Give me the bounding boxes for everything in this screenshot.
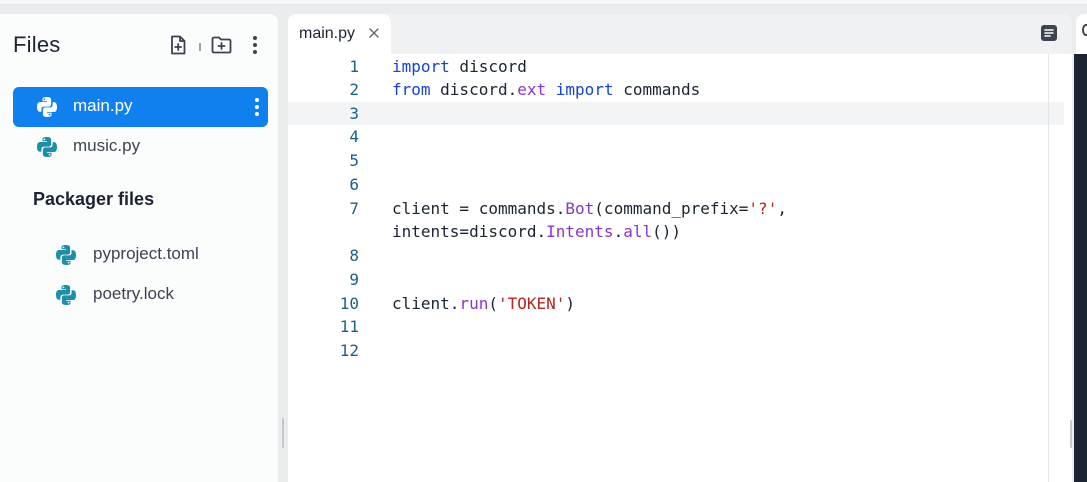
code-token: commands	[613, 80, 701, 99]
function-token: run	[459, 294, 489, 313]
code-line: 7 client = commands.Bot(command_prefix='…	[288, 197, 1048, 220]
code-token: )	[565, 294, 576, 313]
line-number: 9	[349, 270, 359, 289]
file-name: music.py	[73, 136, 141, 155]
kebab-menu-icon	[255, 98, 259, 116]
code-text: intents=discord.Intents.all())	[392, 220, 681, 243]
function-token: Bot	[565, 199, 595, 218]
code-token: client.	[392, 294, 460, 313]
folder-plus-icon	[211, 36, 231, 54]
line-number: 10	[339, 294, 359, 313]
header-separator	[199, 43, 201, 51]
files-panel: Files main.py music.py Packager files py…	[0, 14, 278, 482]
code-token: ,	[777, 199, 787, 218]
code-token: client = commands.	[392, 199, 566, 218]
files-menu-button[interactable]	[244, 34, 266, 56]
new-file-button[interactable]	[167, 34, 189, 56]
layout-icon[interactable]	[1040, 24, 1058, 42]
python-icon	[56, 285, 76, 305]
line-number: 4	[349, 127, 359, 146]
code-token: ())	[652, 222, 682, 241]
tab-main-py[interactable]: main.py	[288, 14, 391, 54]
line-number: 7	[349, 199, 359, 218]
python-icon	[37, 97, 57, 117]
panel-resize-handle[interactable]	[282, 418, 284, 448]
code-token: (	[488, 294, 498, 313]
python-icon	[37, 137, 57, 157]
console-panel[interactable]	[1074, 54, 1087, 482]
tab-label: main.py	[299, 25, 356, 42]
function-token: all	[623, 222, 653, 241]
code-text: client = commands.Bot(command_prefix='?'…	[392, 197, 787, 220]
code-line: 11	[288, 315, 1048, 338]
string-token: '?'	[748, 199, 778, 218]
line-number: 2	[349, 80, 359, 99]
editor-ruler	[1048, 54, 1049, 482]
close-icon[interactable]	[368, 27, 380, 39]
code-token: .	[613, 222, 624, 241]
keyword: import	[392, 57, 450, 76]
code-editor[interactable]: 1 import discord 2 from discord.ext impo…	[288, 54, 1072, 482]
function-token: Intents	[546, 222, 614, 241]
file-menu-button[interactable]	[252, 96, 262, 118]
file-item-music-py[interactable]: music.py	[13, 127, 268, 167]
file-name: main.py	[73, 96, 133, 115]
keyword: import	[555, 80, 614, 99]
code-line: 4	[288, 125, 1048, 148]
code-token: intents=discord.	[392, 222, 547, 241]
editor-panel: main.py 1 import discord 2 from discord.…	[288, 14, 1072, 482]
new-folder-button[interactable]	[210, 34, 232, 56]
window-top-bar	[0, 0, 1087, 5]
line-number: 11	[339, 317, 359, 336]
file-name: poetry.lock	[93, 284, 174, 303]
code-token: (command_prefix=	[594, 199, 749, 218]
line-number: 3	[349, 104, 359, 123]
line-number: 12	[339, 341, 359, 360]
code-line: 8	[288, 244, 1048, 267]
file-name: pyproject.toml	[93, 244, 199, 263]
code-line: 5	[288, 149, 1048, 172]
right-panel-tab-icon[interactable]	[1082, 24, 1087, 36]
code-text: client.run('TOKEN')	[392, 292, 575, 315]
code-line: 10 client.run('TOKEN')	[288, 292, 1048, 315]
code-line-wrap: intents=discord.Intents.all())	[288, 220, 1048, 243]
panel-resize-handle-right[interactable]	[1070, 420, 1072, 448]
line-number: 8	[349, 246, 359, 265]
python-icon	[56, 245, 76, 265]
code-text: import discord	[392, 55, 527, 78]
line-number: 5	[349, 151, 359, 170]
attribute-token: ext	[517, 80, 547, 99]
files-panel-title: Files	[13, 32, 61, 57]
code-token: discord.	[430, 80, 518, 99]
line-number: 6	[349, 175, 359, 194]
code-token: discord	[449, 57, 527, 76]
string-token: 'TOKEN'	[497, 294, 566, 313]
kebab-menu-icon	[253, 36, 257, 54]
packager-files-title: Packager files	[33, 189, 155, 209]
code-line: 1 import discord	[288, 55, 1048, 78]
code-line: 12	[288, 339, 1048, 362]
file-item-main-py[interactable]: main.py	[13, 87, 268, 127]
line-number: 1	[349, 57, 359, 76]
code-line: 9	[288, 268, 1048, 291]
code-line: 2 from discord.ext import commands	[288, 78, 1048, 101]
file-plus-icon	[171, 35, 186, 55]
code-line: 3	[288, 102, 1048, 125]
code-text: from discord.ext import commands	[392, 78, 700, 101]
keyword: from	[392, 80, 431, 99]
code-line: 6	[288, 173, 1048, 196]
